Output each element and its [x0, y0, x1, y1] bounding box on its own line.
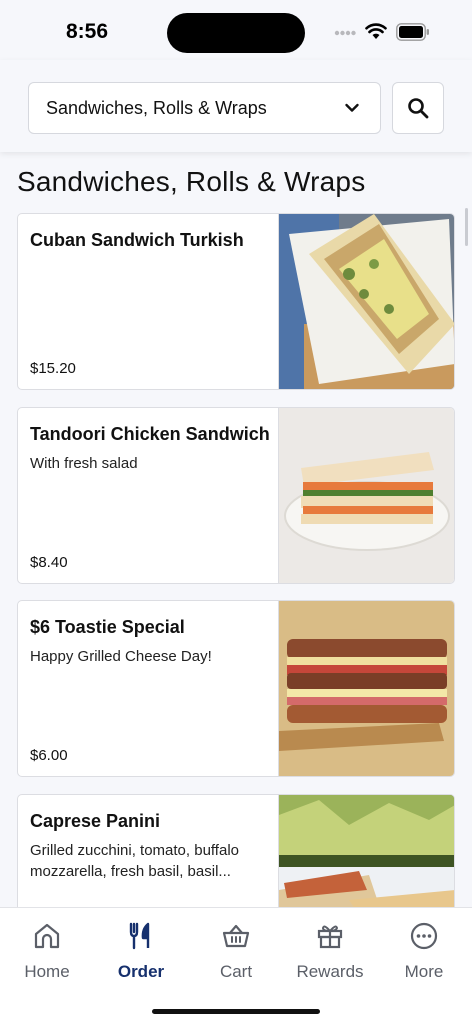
scroll-indicator[interactable]	[465, 208, 468, 246]
item-photo	[278, 601, 454, 776]
item-name: $6 Toastie Special	[30, 617, 185, 637]
tab-order[interactable]: Order	[94, 920, 188, 982]
menu-item-card[interactable]: $6 Toastie Special Happy Grilled Cheese …	[17, 600, 455, 777]
tab-label: More	[404, 962, 444, 981]
tab-bar: Home Order Cart Rewards More	[0, 907, 472, 1024]
fork-knife-icon	[129, 922, 150, 950]
gift-icon	[317, 925, 343, 949]
tab-cart[interactable]: Cart	[189, 920, 283, 982]
tab-label: Cart	[219, 962, 253, 981]
item-name: Cuban Sandwich Turkish	[30, 230, 244, 250]
battery-icon	[396, 23, 429, 41]
category-select[interactable]: Sandwiches, Rolls & Wraps	[28, 82, 381, 134]
chevron-down-icon	[345, 103, 359, 112]
search-button[interactable]	[392, 82, 444, 134]
item-name: Tandoori Chicken Sandwich	[30, 424, 270, 444]
more-dots-icon	[410, 922, 438, 950]
status-bar: 8:56	[0, 0, 472, 60]
menu-item-card[interactable]: Tandoori Chicken Sandwich With fresh sal…	[17, 407, 455, 584]
cellular-icon	[334, 30, 356, 36]
item-name: Caprese Panini	[30, 811, 161, 831]
item-description: Grilled zucchini, tomato, buffalo mozzar…	[30, 842, 239, 880]
item-description: With fresh salad	[30, 455, 138, 472]
home-indicator	[152, 1009, 320, 1014]
tab-rewards[interactable]: Rewards	[283, 920, 377, 982]
item-price: $6.00	[30, 747, 68, 764]
tab-label: Rewards	[296, 962, 364, 981]
dynamic-island	[167, 13, 305, 53]
status-time: 8:56	[66, 20, 109, 43]
item-photo	[278, 214, 454, 389]
page-title: Sandwiches, Rolls & Wraps	[17, 166, 366, 197]
item-photo	[278, 408, 454, 583]
category-header: Sandwiches, Rolls & Wraps	[0, 60, 472, 152]
tab-home[interactable]: Home	[0, 920, 94, 982]
basket-icon	[222, 924, 250, 948]
home-icon	[34, 923, 60, 949]
item-description: Happy Grilled Cheese Day!	[30, 648, 212, 665]
search-icon	[408, 98, 429, 119]
tab-label: Home	[24, 962, 70, 981]
category-select-value: Sandwiches, Rolls & Wraps	[46, 97, 267, 118]
tab-label: Order	[117, 962, 165, 981]
wifi-icon	[365, 23, 387, 39]
menu-item-card[interactable]: Cuban Sandwich Turkish $15.20	[17, 213, 455, 390]
item-price: $15.20	[30, 360, 76, 377]
tab-more[interactable]: More	[377, 920, 471, 982]
item-price: $8.40	[30, 554, 68, 571]
